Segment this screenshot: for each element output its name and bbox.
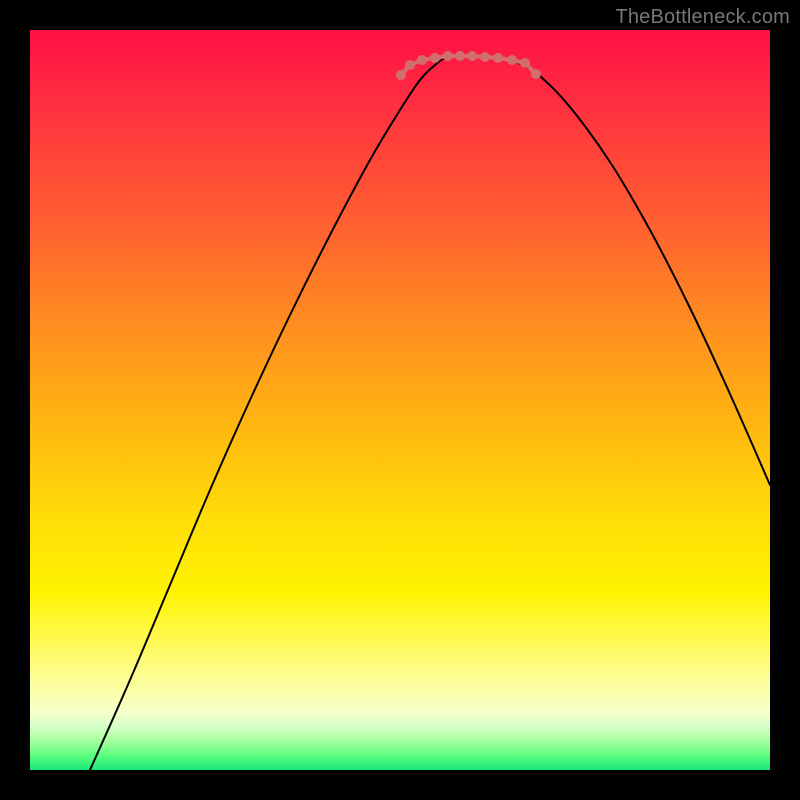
chart-plot-area — [30, 30, 770, 770]
curve-line — [90, 56, 770, 770]
chart-svg — [30, 30, 770, 770]
chart-frame: TheBottleneck.com — [0, 0, 800, 800]
watermark-text: TheBottleneck.com — [615, 6, 790, 29]
